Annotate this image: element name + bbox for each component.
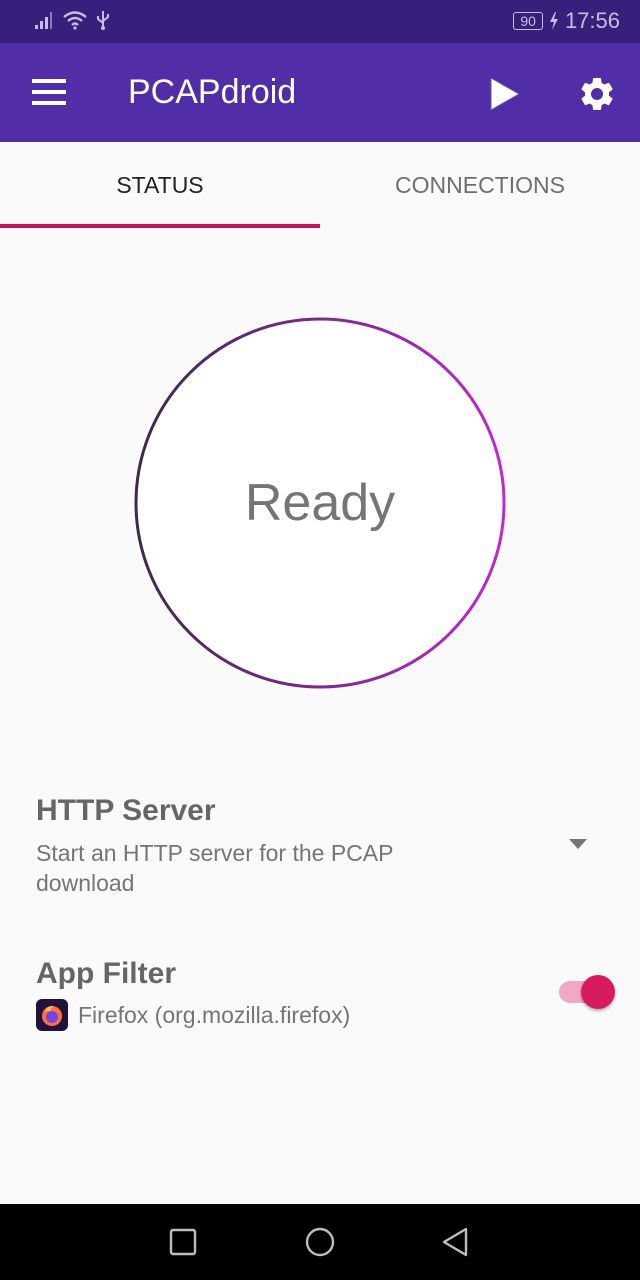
status-icons-right: 90 17:56 — [513, 8, 620, 34]
status-circle[interactable]: Ready — [133, 316, 507, 690]
back-icon[interactable] — [440, 1226, 472, 1258]
switch-thumb — [581, 975, 615, 1009]
dump-mode-title: HTTP Server — [36, 794, 216, 827]
app-bar: PCAPdroid — [0, 43, 640, 142]
charging-icon — [549, 12, 558, 30]
hamburger-menu-icon[interactable] — [32, 79, 66, 105]
recents-icon[interactable] — [167, 1226, 199, 1258]
wifi-icon — [63, 11, 87, 30]
usb-icon — [97, 11, 109, 30]
play-icon[interactable] — [487, 76, 523, 112]
app-filter-app-label: Firefox (org.mozilla.firefox) — [78, 1001, 351, 1028]
battery-icon: 90 — [513, 12, 543, 30]
status-icons-left — [34, 10, 110, 30]
app-filter-title: App Filter — [36, 957, 176, 990]
home-icon[interactable] — [304, 1226, 336, 1258]
dump-mode-summary: Start an HTTP server for the PCAP downlo… — [36, 840, 394, 896]
firefox-icon — [36, 999, 68, 1031]
app-filter-switch[interactable] — [559, 973, 617, 1011]
tab-indicator — [0, 224, 320, 228]
gear-icon[interactable] — [577, 74, 617, 114]
tab-status[interactable]: STATUS — [0, 142, 320, 228]
app-filter-preference[interactable]: App Filter Firefox (org.mozilla.firefox) — [36, 957, 596, 1031]
clock: 17:56 — [564, 8, 620, 33]
dump-mode-preference[interactable]: HTTP Server Start an HTTP server for the… — [36, 794, 596, 898]
app-filter-app: Firefox (org.mozilla.firefox) — [36, 999, 596, 1031]
tab-connections[interactable]: CONNECTIONS — [320, 142, 640, 228]
status-bar: 90 17:56 — [0, 0, 640, 43]
dropdown-arrow-icon[interactable] — [569, 839, 587, 849]
navigation-bar — [0, 1204, 640, 1280]
tab-bar: STATUS CONNECTIONS — [0, 142, 640, 228]
app-title: PCAPdroid — [128, 73, 297, 111]
status-label: Ready — [244, 474, 396, 532]
signal-icon — [35, 12, 52, 29]
